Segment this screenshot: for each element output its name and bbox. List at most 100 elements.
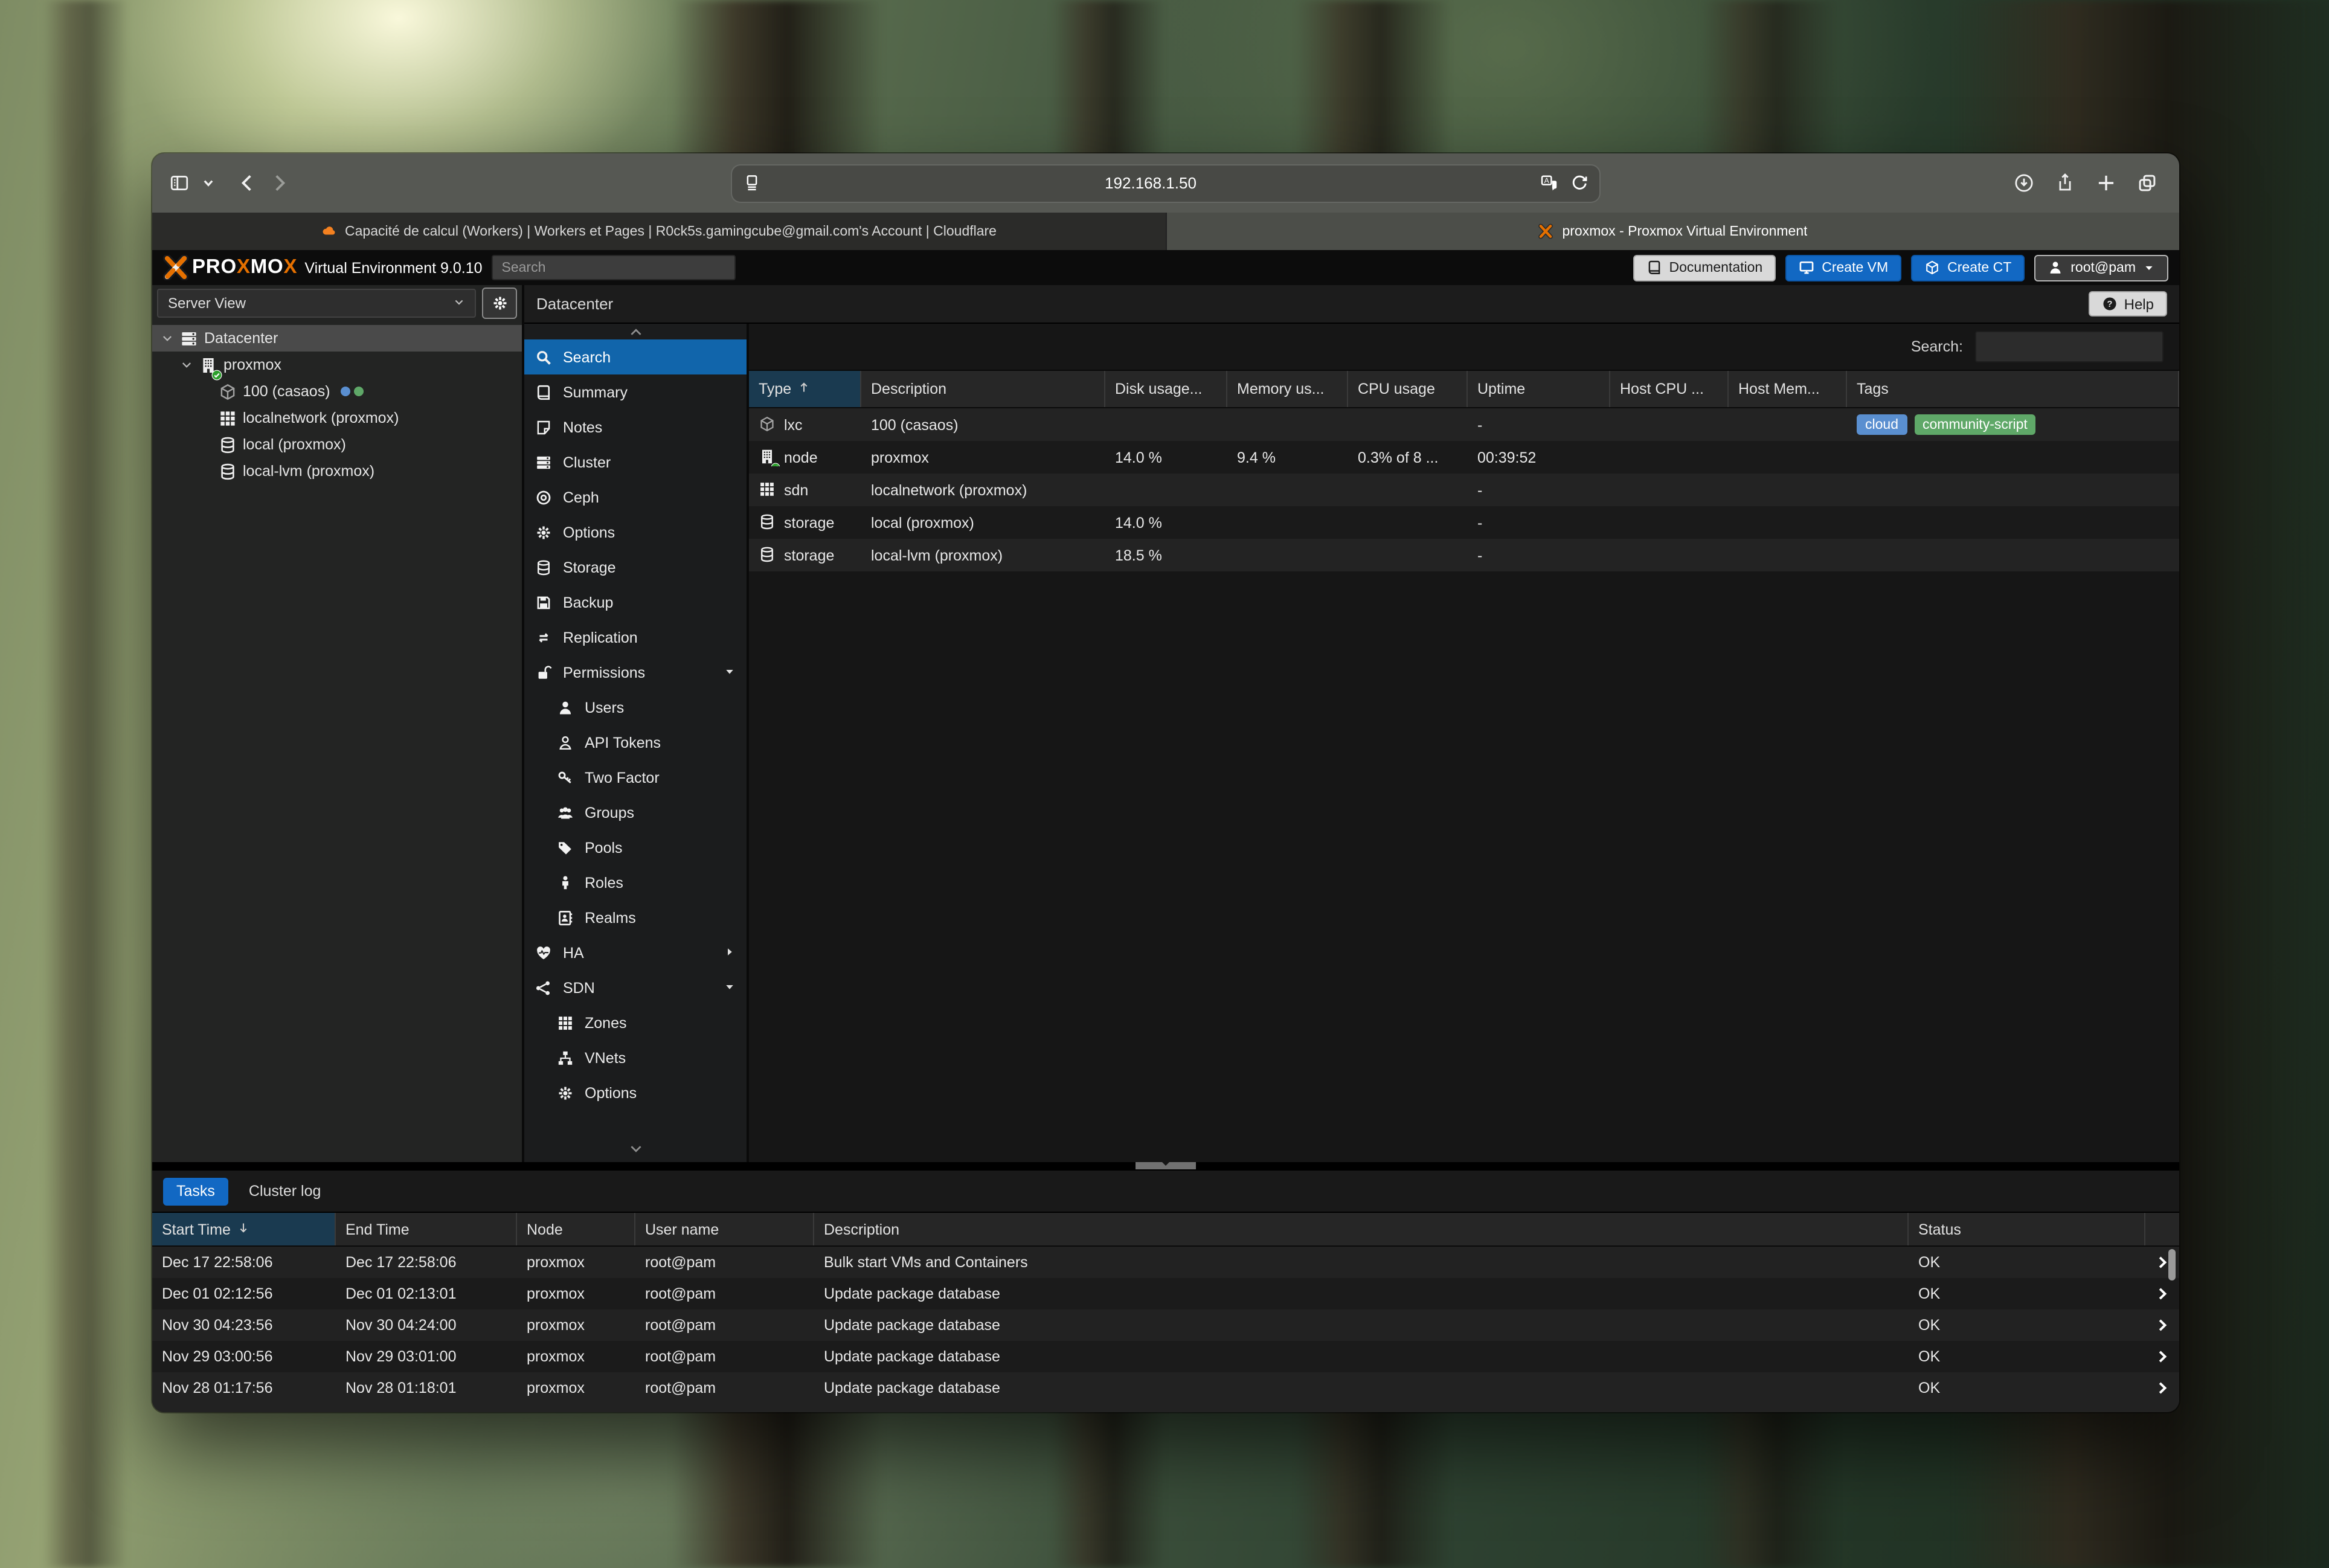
proxmox-logo: PROXMOX xyxy=(163,255,297,280)
nav-item-users[interactable]: Users xyxy=(524,690,747,725)
nav-item-api-tokens[interactable]: API Tokens xyxy=(524,725,747,760)
tree-item-localnetwork-proxmox[interactable]: localnetwork (proxmox) xyxy=(152,405,522,431)
browser-tab-proxmox[interactable]: proxmox - Proxmox Virtual Environment xyxy=(1166,213,2179,250)
sidebar-chevron-down-icon[interactable] xyxy=(202,176,215,190)
share-button[interactable] xyxy=(2055,173,2075,193)
forward-button[interactable] xyxy=(269,173,290,193)
tree-item-datacenter[interactable]: Datacenter xyxy=(152,325,522,352)
gear-icon xyxy=(557,1084,574,1101)
splitter-handle[interactable] xyxy=(1136,1162,1196,1169)
url-text[interactable]: 192.168.1.50 xyxy=(761,174,1540,192)
page-format-icon[interactable] xyxy=(743,174,761,192)
sidebar-toggle-button[interactable] xyxy=(169,173,190,193)
expander-chevron-down-icon[interactable] xyxy=(179,359,193,370)
nav-item-replication[interactable]: Replication xyxy=(524,620,747,655)
grid-column-tags[interactable]: Tags xyxy=(1847,371,2179,407)
nav-item-vnets[interactable]: VNets xyxy=(524,1040,747,1075)
nav-item-cluster[interactable]: Cluster xyxy=(524,445,747,480)
nav-item-pools[interactable]: Pools xyxy=(524,830,747,865)
create-vm-button[interactable]: Create VM xyxy=(1785,254,1901,281)
grid-row-proxmox[interactable]: nodeproxmox14.0 %9.4 %0.3% of 8 ...00:39… xyxy=(749,441,2179,474)
task-expand-chevron[interactable] xyxy=(2145,1349,2179,1364)
grid-column-host-cpu[interactable]: Host CPU ... xyxy=(1610,371,1729,407)
tasks-column-user-name[interactable]: User name xyxy=(635,1213,814,1245)
user-menu-button[interactable]: root@pam xyxy=(2034,254,2168,281)
grid-column-uptime[interactable]: Uptime xyxy=(1468,371,1610,407)
address-bar[interactable]: 192.168.1.50 A xyxy=(731,164,1601,202)
translate-icon[interactable]: A xyxy=(1540,174,1558,192)
nav-item-zones[interactable]: Zones xyxy=(524,1005,747,1040)
nav-item-label: Options xyxy=(585,1084,637,1101)
task-row[interactable]: Nov 28 01:17:56Nov 28 01:18:01proxmoxroo… xyxy=(152,1372,2179,1404)
view-selector-value: Server View xyxy=(168,295,246,312)
nav-item-summary[interactable]: Summary xyxy=(524,374,747,410)
nav-item-storage[interactable]: Storage xyxy=(524,550,747,585)
new-tab-button[interactable] xyxy=(2096,173,2116,193)
header-search-input[interactable] xyxy=(492,255,736,280)
tasks-column-end-time[interactable]: End Time xyxy=(336,1213,517,1245)
task-expand-chevron[interactable] xyxy=(2145,1318,2179,1332)
reload-icon[interactable] xyxy=(1570,174,1589,192)
nav-item-notes[interactable]: Notes xyxy=(524,410,747,445)
task-row[interactable]: Dec 17 22:58:06Dec 17 22:58:06proxmoxroo… xyxy=(152,1247,2179,1278)
task-row[interactable]: Nov 30 04:23:56Nov 30 04:24:00proxmoxroo… xyxy=(152,1309,2179,1341)
nav-item-options[interactable]: Options xyxy=(524,1075,747,1110)
nav-item-roles[interactable]: Roles xyxy=(524,865,747,900)
browser-tab-cloudflare[interactable]: Capacité de calcul (Workers) | Workers e… xyxy=(152,213,1166,250)
grid-row-local-lvm-proxmox[interactable]: storagelocal-lvm (proxmox)18.5 %- xyxy=(749,539,2179,571)
grid-column-type[interactable]: Type xyxy=(749,371,861,407)
nav-item-groups[interactable]: Groups xyxy=(524,795,747,830)
downloads-button[interactable] xyxy=(2014,173,2034,193)
task-row[interactable]: Nov 29 03:00:56Nov 29 03:01:00proxmoxroo… xyxy=(152,1341,2179,1372)
tab-cluster-log[interactable]: Cluster log xyxy=(236,1177,335,1205)
grid-column-description[interactable]: Description xyxy=(861,371,1105,407)
nav-item-two-factor[interactable]: Two Factor xyxy=(524,760,747,795)
grid-icon xyxy=(557,1014,574,1031)
grid-row-100-casaos[interactable]: lxc100 (casaos)-cloudcommunity-script xyxy=(749,408,2179,441)
grid-search-input[interactable] xyxy=(1975,331,2164,362)
tree-item-proxmox[interactable]: proxmox xyxy=(152,352,522,378)
tasks-scrollbar-thumb[interactable] xyxy=(2168,1249,2176,1280)
nav-scroll-up[interactable] xyxy=(524,324,747,339)
view-selector[interactable]: Server View xyxy=(157,289,476,318)
nav-scroll-down[interactable] xyxy=(524,1142,747,1157)
tasks-column-node[interactable]: Node xyxy=(517,1213,635,1245)
task-expand-chevron[interactable] xyxy=(2145,1381,2179,1395)
db-icon xyxy=(219,462,237,480)
create-ct-button[interactable]: Create CT xyxy=(1911,254,2025,281)
task-row[interactable]: Dec 01 02:12:56Dec 01 02:13:01proxmoxroo… xyxy=(152,1278,2179,1309)
tree-item-100-casaos[interactable]: 100 (casaos) xyxy=(152,378,522,405)
grid-column-host-mem[interactable]: Host Mem... xyxy=(1729,371,1847,407)
tasks-column-description[interactable]: Description xyxy=(814,1213,1909,1245)
tree-item-local-lvm-proxmox[interactable]: local-lvm (proxmox) xyxy=(152,458,522,484)
nav-item-ha[interactable]: HA xyxy=(524,935,747,970)
tab-tasks[interactable]: Tasks xyxy=(163,1177,228,1205)
tasks-column-start-time[interactable]: Start Time xyxy=(152,1213,336,1245)
grid-row-localnetwork-proxmox[interactable]: sdnlocalnetwork (proxmox)- xyxy=(749,474,2179,506)
grid-column-disk-usage[interactable]: Disk usage... xyxy=(1105,371,1227,407)
grid-column-memory-us[interactable]: Memory us... xyxy=(1227,371,1348,407)
tab-overview-button[interactable] xyxy=(2137,173,2157,193)
nav-item-label: Replication xyxy=(563,629,638,646)
nav-item-backup[interactable]: Backup xyxy=(524,585,747,620)
nav-item-ceph[interactable]: Ceph xyxy=(524,480,747,515)
help-button[interactable]: ? Help xyxy=(2089,291,2167,316)
nav-item-options[interactable]: Options xyxy=(524,515,747,550)
nav-item-realms[interactable]: Realms xyxy=(524,900,747,935)
chevron-down-icon xyxy=(181,359,191,370)
nav-item-permissions[interactable]: Permissions xyxy=(524,655,747,690)
expander-chevron-down-icon[interactable] xyxy=(159,333,174,344)
nav-item-search[interactable]: Search xyxy=(524,339,747,374)
user-icon xyxy=(2048,260,2063,275)
nav-item-sdn[interactable]: SDN xyxy=(524,970,747,1005)
task-expand-chevron[interactable] xyxy=(2145,1287,2179,1301)
tree-settings-button[interactable] xyxy=(482,288,517,319)
tree-item-local-proxmox[interactable]: local (proxmox) xyxy=(152,431,522,458)
grid-row-local-proxmox[interactable]: storagelocal (proxmox)14.0 %- xyxy=(749,506,2179,539)
tasks-column-status[interactable]: Status xyxy=(1909,1213,2145,1245)
grid-column-cpu-usage[interactable]: CPU usage xyxy=(1348,371,1468,407)
documentation-button[interactable]: Documentation xyxy=(1633,254,1776,281)
svg-text:?: ? xyxy=(2107,300,2113,309)
panel-splitter[interactable] xyxy=(152,1162,2179,1169)
back-button[interactable] xyxy=(237,173,257,193)
